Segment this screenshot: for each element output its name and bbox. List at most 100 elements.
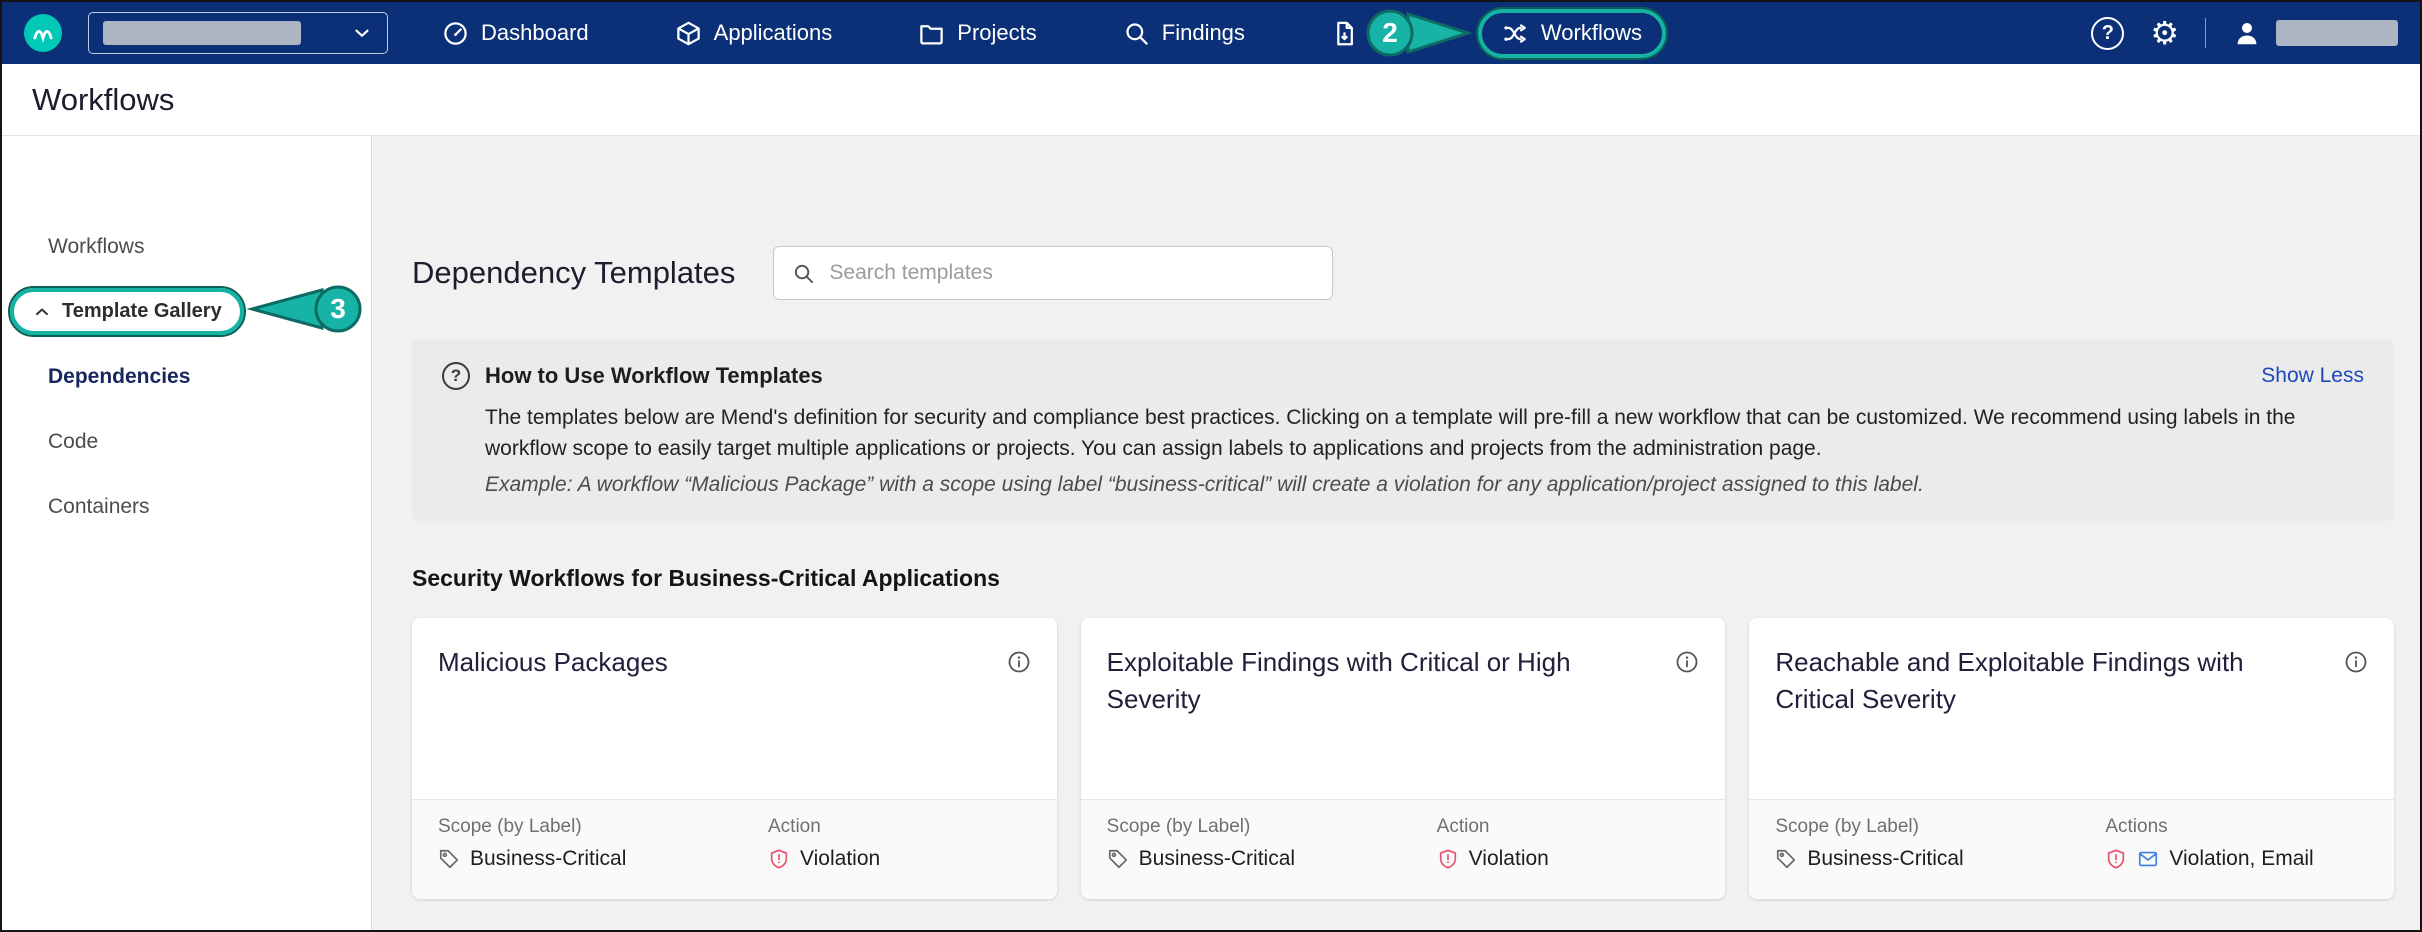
scope-label: Scope (by Label): [1775, 816, 2105, 838]
scope-value-row: Business-Critical: [1107, 847, 1437, 871]
nav-label: Findings: [1162, 20, 1245, 46]
nav-item-dashboard[interactable]: Dashboard: [442, 20, 589, 47]
sidebar-item-dependencies[interactable]: Dependencies: [2, 344, 371, 409]
settings-gear-icon[interactable]: ⚙: [2150, 17, 2179, 49]
scope-value: Business-Critical: [1139, 847, 1295, 871]
action-value-row: Violation: [768, 847, 880, 871]
card-title: Malicious Packages: [438, 644, 668, 799]
info-icon[interactable]: [1007, 650, 1031, 799]
template-card-malicious-packages[interactable]: Malicious Packages Scope (by Label): [412, 618, 1057, 899]
nav-label: Applications: [714, 20, 833, 46]
nav-item-workflows[interactable]: Workflows: [1478, 9, 1666, 58]
chevron-down-icon: [351, 22, 373, 44]
question-glyph: ?: [451, 366, 461, 386]
scope-column: Scope (by Label) Business-Critical: [1107, 816, 1437, 899]
action-value-row: Violation: [1437, 847, 1549, 871]
top-navigation: Dashboard Applications Projects Findings: [2, 2, 2420, 64]
callout-step-3: 3: [238, 282, 368, 341]
tag-icon: [1775, 848, 1797, 870]
sidebar-item-label: Containers: [48, 495, 150, 519]
info-panel-header: ? How to Use Workflow Templates Show Les…: [442, 362, 2364, 390]
vertical-divider: [2205, 18, 2206, 48]
scope-value: Business-Critical: [1807, 847, 1963, 871]
card-footer: Scope (by Label) Business-Critical Actio…: [412, 799, 1057, 899]
info-panel-title: How to Use Workflow Templates: [485, 363, 823, 389]
dashboard-icon: [442, 20, 469, 47]
sidebar-item-code[interactable]: Code: [2, 409, 371, 474]
info-panel-body: The templates below are Mend's definitio…: [485, 402, 2364, 464]
user-account-menu[interactable]: [2232, 18, 2398, 48]
tag-icon: [438, 848, 460, 870]
action-value: Violation: [800, 847, 880, 871]
template-search: [773, 246, 1333, 300]
template-card-reachable-exploitable[interactable]: Reachable and Exploitable Findings with …: [1749, 618, 2394, 899]
document-icon: [1331, 20, 1358, 47]
sidebar: Workflows Template Gallery Dependencies …: [2, 136, 372, 930]
info-panel-example: Example: A workflow “Malicious Package” …: [485, 473, 2364, 497]
section-title: Security Workflows for Business-Critical…: [412, 565, 2394, 592]
info-icon[interactable]: [1675, 650, 1699, 799]
primary-nav: Dashboard Applications Projects Findings: [442, 6, 1666, 60]
redacted-org-name: [103, 21, 301, 45]
content-heading: Dependency Templates: [412, 255, 735, 291]
action-label: Actions: [2105, 816, 2313, 838]
nav-label: Projects: [957, 20, 1036, 46]
email-icon: [2137, 848, 2159, 870]
violation-shield-icon: [768, 848, 790, 870]
organization-selector[interactable]: [88, 12, 388, 54]
gear-glyph: ⚙: [2150, 14, 2179, 52]
nav-label: Workflows: [1541, 20, 1642, 46]
app-window: Dashboard Applications Projects Findings: [0, 0, 2422, 932]
nav-item-findings[interactable]: Findings: [1123, 20, 1245, 47]
info-panel: ? How to Use Workflow Templates Show Les…: [412, 340, 2394, 521]
card-footer: Scope (by Label) Business-Critical Actio…: [1081, 799, 1726, 899]
nav-item-reports[interactable]: [1331, 20, 1358, 47]
sidebar-item-label: Dependencies: [48, 365, 190, 389]
page-title: Workflows: [32, 82, 174, 118]
callout-number: 3: [330, 293, 346, 324]
action-column: Action Violation: [1437, 816, 1549, 899]
sidebar-item-workflows[interactable]: Workflows: [2, 214, 371, 279]
scope-label: Scope (by Label): [1107, 816, 1437, 838]
sidebar-item-containers[interactable]: Containers: [2, 474, 371, 539]
help-glyph: ?: [2102, 22, 2114, 45]
projects-folder-icon: [918, 20, 945, 47]
scope-value: Business-Critical: [470, 847, 626, 871]
show-less-link[interactable]: Show Less: [2261, 364, 2364, 388]
action-value-row: Violation, Email: [2105, 847, 2313, 871]
tag-icon: [1107, 848, 1129, 870]
chevron-up-icon: [32, 302, 52, 322]
page-header: Workflows: [2, 64, 2420, 136]
template-card-exploitable-findings[interactable]: Exploitable Findings with Critical or Hi…: [1081, 618, 1726, 899]
scope-value-row: Business-Critical: [1775, 847, 2105, 871]
callout-step-2: 2: [1364, 6, 1484, 60]
main-content: Dependency Templates ? How to Use Workfl…: [372, 136, 2420, 930]
violation-shield-icon: [1437, 848, 1459, 870]
info-icon[interactable]: [2344, 650, 2368, 799]
callout-number: 2: [1382, 17, 1398, 48]
scope-column: Scope (by Label) Business-Critical: [1775, 816, 2105, 899]
nav-item-applications[interactable]: Applications: [675, 20, 833, 47]
content-heading-row: Dependency Templates: [412, 246, 2394, 300]
nav-item-projects[interactable]: Projects: [918, 20, 1036, 47]
sidebar-item-label: Workflows: [48, 235, 144, 259]
action-label: Action: [768, 816, 880, 838]
sidebar-item-label: Template Gallery: [62, 300, 222, 323]
body-region: Workflows Template Gallery Dependencies …: [2, 136, 2420, 930]
mend-logo-icon[interactable]: [24, 14, 62, 52]
applications-icon: [675, 20, 702, 47]
search-input[interactable]: [829, 261, 1314, 285]
search-icon: [792, 262, 815, 285]
card-title: Reachable and Exploitable Findings with …: [1775, 644, 2315, 799]
card-top: Malicious Packages: [412, 618, 1057, 799]
action-value: Violation: [1469, 847, 1549, 871]
action-column: Actions Violation, Email: [2105, 816, 2313, 899]
card-title: Exploitable Findings with Critical or Hi…: [1107, 644, 1647, 799]
scope-column: Scope (by Label) Business-Critical: [438, 816, 768, 899]
card-top: Exploitable Findings with Critical or Hi…: [1081, 618, 1726, 799]
topnav-right-group: ? ⚙: [2091, 2, 2398, 64]
help-icon[interactable]: ?: [2091, 17, 2124, 50]
sidebar-item-template-gallery[interactable]: Template Gallery: [10, 288, 244, 335]
callout-arrow-left: [252, 290, 322, 328]
workflows-icon: [1502, 20, 1529, 47]
